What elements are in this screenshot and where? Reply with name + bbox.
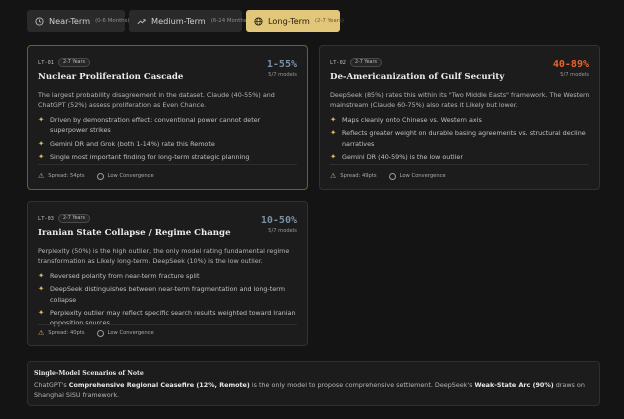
horizon-badge: 2-7 Years <box>57 214 90 223</box>
note-text: ChatGPT's Comprehensive Regional Ceasefi… <box>34 381 585 399</box>
warning-icon: ⚠ <box>38 172 45 180</box>
card-description: The largest probability disagreement in … <box>38 91 275 109</box>
scenario-card[interactable]: LT-01 2-7 Years Nuclear Proliferation Ca… <box>27 45 308 190</box>
card-description: DeepSeek (85%) rates this within its "Tw… <box>330 91 590 109</box>
probability-range: 10-50% <box>260 215 297 226</box>
list-item: ✦ Perplexity outlier may reflect specific… <box>38 307 296 327</box>
globe-icon <box>254 16 263 26</box>
card-id: LT-02 <box>330 59 346 66</box>
list-item: ✦ Gemini DR and Grok (both 1-14%) rate th… <box>38 138 215 148</box>
scenario-highlight: Comprehensive Regional Ceasefire (12%, R… <box>68 381 250 389</box>
model-count: 5/7 models <box>268 72 297 78</box>
horizon-tabs: Near-Term (0-6 Months) Medium-Term (6-24… <box>27 10 344 32</box>
scenario-highlight: Weak-State Arc (90%) <box>474 381 554 389</box>
list-item: ✦ DeepSeek distinguishes between near-ter… <box>38 284 285 304</box>
card-footer: ⚠ Spread: 54pts Low Convergence <box>38 172 154 180</box>
convergence-label: Low Convergence <box>399 173 446 179</box>
card-bullets: ✦ Maps cleanly onto Chinese vs. Western a… <box>330 115 592 165</box>
horizon-badge: 2-7 Years <box>57 58 90 67</box>
sparkle-icon: ✦ <box>38 115 45 124</box>
trend-icon <box>137 17 146 26</box>
warning-icon: ⚠ <box>38 329 45 337</box>
card-id: LT-01 <box>38 59 54 66</box>
probability-range: 1-55% <box>266 59 297 70</box>
tab-label: Medium-Term <box>151 16 206 26</box>
card-id-row: LT-02 2-7 Years <box>330 58 382 67</box>
card-bullets: ✦ Reversed polarity from near-term fractu… <box>38 271 300 331</box>
model-count: 5/7 models <box>268 228 297 234</box>
spread-label: Spread: 54pts <box>48 173 85 179</box>
card-id: LT-03 <box>38 215 54 222</box>
tab-long-term[interactable]: Long-Term (2-7 Years) <box>246 10 344 32</box>
clock-icon <box>35 16 44 26</box>
divider <box>38 324 297 325</box>
card-footer: ⚠ Spread: 49pts Low Convergence <box>330 172 446 180</box>
scenario-card[interactable]: LT-02 2-7 Years De-Americanization of Gu… <box>319 45 600 190</box>
model-count: 5/7 models <box>560 72 589 78</box>
sparkle-icon: ✦ <box>38 307 45 317</box>
card-id-row: LT-03 2-7 Years <box>38 214 90 223</box>
note-title: Single-Model Scenarios of Note <box>34 370 144 377</box>
sparkle-icon: ✦ <box>38 284 45 294</box>
horizon-badge: 2-7 Years <box>349 58 382 67</box>
list-item: ✦ Reversed polarity from near-term fractu… <box>38 271 200 281</box>
scenario-card[interactable]: LT-03 2-7 Years Iranian State Collapse /… <box>27 201 308 346</box>
list-item: ✦ Gemini DR (40-59%) is the low outlier <box>330 151 463 161</box>
card-title: Iranian State Collapse / Regime Change <box>38 228 231 238</box>
tab-sub: (2-7 Years) <box>314 18 344 24</box>
list-item: ✦ Driven by demonstration effect: convent… <box>38 115 261 135</box>
circle-icon <box>96 172 104 180</box>
tab-label: Near-Term <box>49 16 91 26</box>
sparkle-icon: ✦ <box>38 271 45 280</box>
sparkle-icon: ✦ <box>330 115 337 124</box>
single-model-note: Single-Model Scenarios of Note ChatGPT's… <box>27 361 600 406</box>
sparkle-icon: ✦ <box>330 128 337 138</box>
tab-label: Long-Term <box>268 16 310 26</box>
sparkle-icon: ✦ <box>330 151 337 161</box>
convergence-label: Low Convergence <box>107 330 154 336</box>
divider <box>38 164 297 165</box>
spread-label: Spread: 40pts <box>48 330 85 336</box>
card-id-row: LT-01 2-7 Years <box>38 58 90 67</box>
list-item: ✦ Single most important finding for long-… <box>38 151 250 161</box>
convergence-label: Low Convergence <box>107 173 154 179</box>
tab-sub: (6-24 Months) <box>210 18 249 24</box>
tab-near-term[interactable]: Near-Term (0-6 Months) <box>27 10 130 32</box>
circle-icon <box>96 329 104 337</box>
list-item: ✦ Reflects greater weight on durable basi… <box>330 128 586 148</box>
circle-icon <box>388 172 396 180</box>
probability-range: 40-89% <box>552 59 589 70</box>
card-title: Nuclear Proliferation Cascade <box>38 72 184 82</box>
sparkle-icon: ✦ <box>38 138 45 148</box>
sparkle-icon: ✦ <box>38 151 45 161</box>
card-description: Perplexity (50%) is the high outlier, th… <box>38 247 290 265</box>
spread-label: Spread: 49pts <box>340 173 377 179</box>
tab-sub: (0-6 Months) <box>95 18 130 24</box>
tab-medium-term[interactable]: Medium-Term (6-24 Months) <box>129 10 249 32</box>
card-title: De-Americanization of Gulf Security <box>330 72 505 82</box>
warning-icon: ⚠ <box>330 172 337 180</box>
card-bullets: ✦ Driven by demonstration effect: convent… <box>38 115 300 165</box>
divider <box>330 164 589 165</box>
list-item: ✦ Maps cleanly onto Chinese vs. Western a… <box>330 115 482 125</box>
card-footer: ⚠ Spread: 40pts Low Convergence <box>38 329 154 337</box>
